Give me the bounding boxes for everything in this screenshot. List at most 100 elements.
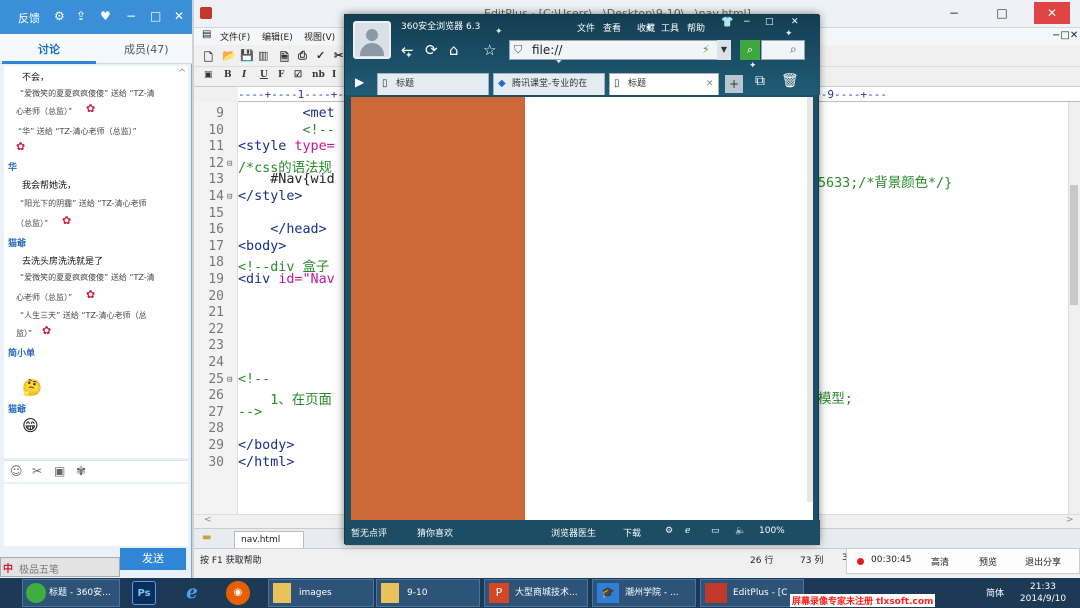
emoji-icon[interactable]: ☺: [10, 464, 23, 478]
cut-icon[interactable]: ✂: [334, 49, 343, 62]
scroll-left-icon[interactable]: <: [204, 515, 212, 525]
menu-file[interactable]: 文件(F): [220, 30, 250, 43]
zoom-level[interactable]: 100%: [759, 526, 785, 536]
scroll-right-icon[interactable]: >: [1066, 515, 1074, 525]
page-scrollbar[interactable]: [807, 97, 813, 502]
taskbar-item-images[interactable]: images: [268, 579, 374, 607]
address-bar[interactable]: ⛉ file:// ⚡: [509, 40, 727, 60]
window-icon[interactable]: ▭: [711, 526, 720, 536]
preview-button[interactable]: 预览: [979, 555, 997, 568]
new-tab-icon[interactable]: +: [725, 75, 743, 93]
skin-icon[interactable]: 👕: [721, 17, 733, 28]
language-indicator[interactable]: 简体: [986, 586, 1004, 599]
image-icon[interactable]: ▣: [54, 464, 65, 478]
taskbar-item-editplus[interactable]: EditPlus - [C: [700, 579, 804, 607]
tab-discuss[interactable]: 讨论: [38, 41, 60, 57]
clock[interactable]: 21:33 2014/9/10: [1008, 581, 1078, 605]
font-button[interactable]: F: [278, 70, 284, 80]
close-icon[interactable]: ✕: [791, 17, 799, 27]
scroll-up-icon[interactable]: ^: [178, 68, 186, 79]
trash-icon[interactable]: 🗑: [781, 73, 799, 89]
ime-mode[interactable]: 中: [3, 560, 13, 575]
open-folder-icon[interactable]: 📂: [222, 49, 236, 62]
volume-icon[interactable]: 🔈: [735, 526, 746, 536]
chat-input[interactable]: [4, 484, 188, 546]
restore-tab-icon[interactable]: ⧉: [755, 73, 765, 89]
file-tab-nav-html[interactable]: nav.html: [234, 531, 304, 548]
home-icon[interactable]: ⌂: [449, 41, 459, 59]
fold-marker-icon[interactable]: ⊟: [227, 375, 232, 385]
paragraph-button[interactable]: ☑: [294, 70, 302, 80]
security-shield-icon[interactable]: ⛉: [514, 43, 522, 57]
photoshop-icon[interactable]: Ps: [132, 581, 156, 605]
close-tab-icon[interactable]: ✕: [706, 74, 714, 94]
menu-edit[interactable]: 编辑(E): [262, 30, 293, 43]
save-all-icon[interactable]: ▥: [258, 49, 268, 62]
ie-icon[interactable]: ℯ: [180, 581, 204, 605]
folder-icon[interactable]: ▬: [202, 532, 211, 543]
refresh-icon[interactable]: ⟳: [425, 41, 438, 59]
tab-members[interactable]: 成员(47): [124, 41, 169, 57]
html-toolbar-icon[interactable]: ▣: [204, 70, 213, 80]
menu-tools[interactable]: 工具: [661, 21, 679, 34]
menu-file[interactable]: 文件: [577, 21, 595, 34]
print-preview-icon[interactable]: 🗎: [280, 49, 289, 68]
editor-vertical-scrollbar[interactable]: [1068, 102, 1080, 514]
browser-tab[interactable]: ◆ 腾讯课堂-专业的在: [493, 73, 605, 95]
username[interactable]: 猫爺: [8, 402, 26, 415]
ime-toolbar[interactable]: 中 极品五笔: [0, 557, 120, 577]
new-file-icon[interactable]: 🗋: [204, 49, 213, 68]
menu-view[interactable]: 视图(V): [304, 30, 335, 43]
taskbar-item-school[interactable]: 🎓 潮州学院 - ...: [592, 579, 696, 607]
browser-tab[interactable]: ▯ 标题: [377, 73, 489, 95]
tools-icon[interactable]: ⚙: [665, 526, 673, 536]
username[interactable]: 猫爺: [8, 236, 26, 249]
italic-button[interactable]: I: [242, 70, 246, 80]
username[interactable]: 华: [8, 160, 17, 173]
bold-button[interactable]: B: [224, 70, 232, 80]
settings-icon[interactable]: ⚙: [54, 9, 65, 23]
share-icon[interactable]: ⇪: [76, 9, 86, 23]
menu-help[interactable]: 帮助: [687, 21, 705, 34]
menu-favorites[interactable]: 收藏: [637, 21, 655, 34]
smart-review[interactable]: 暂无点评: [351, 526, 387, 539]
firefox-icon[interactable]: ◉: [226, 581, 250, 605]
search-input[interactable]: ⌕: [761, 40, 805, 60]
taskbar-item-ppt[interactable]: P 大型商城技术...: [484, 579, 588, 607]
nbsp-button[interactable]: nb: [312, 70, 325, 80]
user-avatar[interactable]: [353, 21, 391, 59]
favorite-star-icon[interactable]: ☆: [483, 41, 496, 59]
send-button[interactable]: 发送: [120, 548, 186, 570]
guess-you-like[interactable]: 猜你喜欢: [417, 526, 453, 539]
minimize-icon[interactable]: −: [936, 2, 972, 24]
heart-icon[interactable]: ♥: [100, 9, 111, 23]
fold-marker-icon[interactable]: ⊟: [227, 192, 232, 202]
gift-icon[interactable]: ✾: [76, 464, 86, 478]
save-icon[interactable]: 💾: [240, 49, 254, 62]
close-icon[interactable]: ✕: [174, 9, 184, 23]
speed-bolt-icon[interactable]: ⚡: [702, 43, 710, 56]
username[interactable]: 简小单: [8, 346, 35, 359]
taskbar-item-360browser[interactable]: 标题 - 360安...: [22, 579, 120, 607]
maximize-icon[interactable]: □: [984, 2, 1020, 24]
address-dropdown-icon[interactable]: ▼: [717, 40, 731, 60]
address-text[interactable]: file://: [532, 43, 562, 57]
ie-mode-icon[interactable]: ℯ: [685, 526, 690, 536]
image-button[interactable]: I: [332, 70, 336, 80]
hd-button[interactable]: 高清: [931, 555, 949, 568]
sidebar-toggle-icon[interactable]: ▶: [355, 75, 364, 89]
editor-scroll-thumb[interactable]: [1070, 185, 1078, 305]
quit-share-button[interactable]: 退出分享: [1025, 555, 1061, 568]
page-viewport[interactable]: [351, 97, 813, 520]
taskbar-item-9-10[interactable]: 9-10: [376, 579, 480, 607]
close-icon[interactable]: ✕: [1034, 2, 1070, 24]
message-list[interactable]: 不会， “爱微笑的夏夏疯疯傻傻” 送给 “TZ-清 心老师（总监）” ✿ “华”…: [4, 66, 188, 458]
maximize-icon[interactable]: □: [150, 9, 161, 23]
fold-marker-icon[interactable]: ⊟: [227, 159, 232, 169]
browser-doctor[interactable]: 浏览器医生: [551, 526, 596, 539]
minimize-icon[interactable]: −: [743, 17, 751, 27]
minimize-icon[interactable]: −: [126, 9, 136, 23]
search-engine-icon[interactable]: ⌕: [740, 40, 760, 60]
search-icon[interactable]: ⌕: [790, 42, 797, 57]
mdi-controls[interactable]: −□✕: [1052, 30, 1078, 41]
